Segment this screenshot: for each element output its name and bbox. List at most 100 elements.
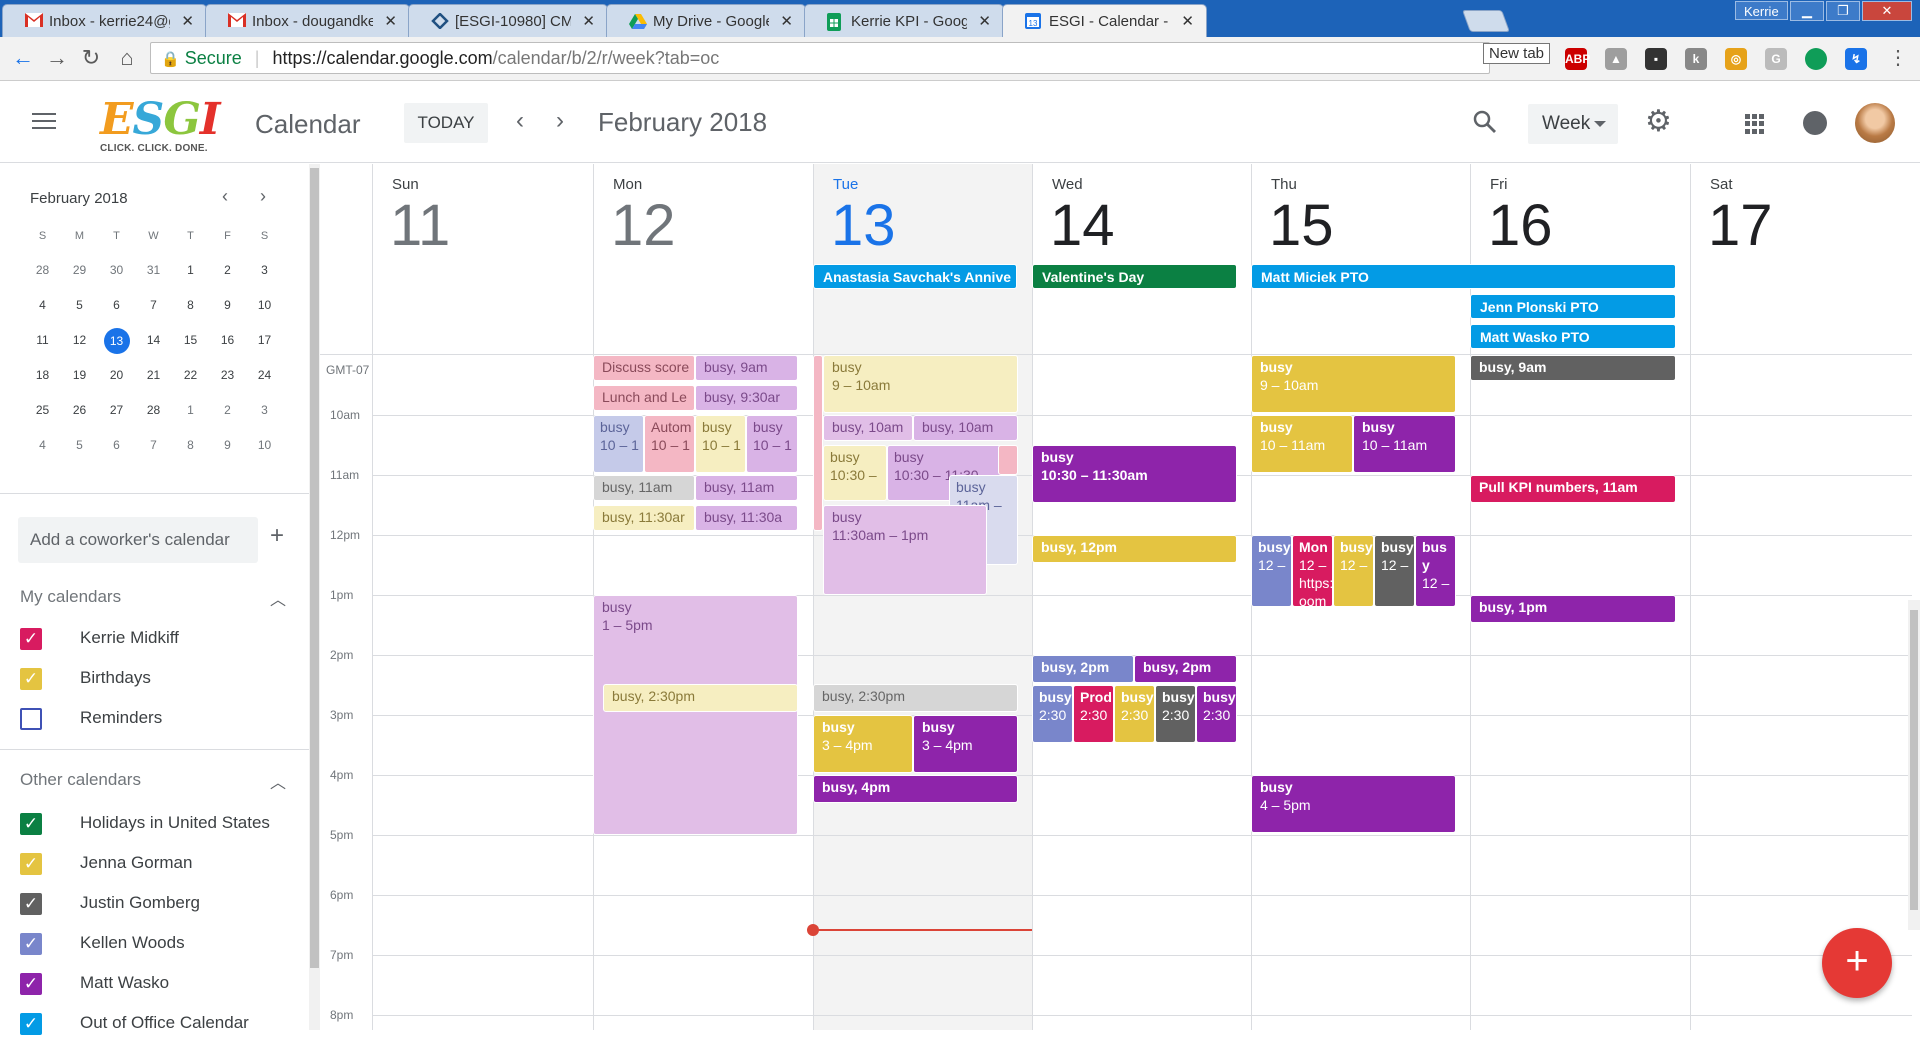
tab-close-icon[interactable]: ✕ [978,12,991,30]
calendar-event[interactable]: busy, 11am [695,475,798,501]
calendar-event[interactable]: busy 3 – 4pm [913,715,1018,773]
browser-tab[interactable]: Inbox - dougandkerrie@ ✕ [205,4,410,37]
calendar-event[interactable]: busy 10 – 11am [1353,415,1456,473]
browser-tab[interactable]: Kerrie KPI - Google Shee ✕ [804,4,1004,37]
calendar-item[interactable]: ✓ Out of Office Calendar [20,1009,300,1039]
day-number[interactable]: 15 [1269,192,1334,259]
browser-tab-active[interactable]: 13 ESGI - Calendar - Week o ✕ [1002,4,1207,37]
calendar-event[interactable]: busy 10 – 1 [746,415,798,473]
mini-day[interactable]: 4 [24,433,61,468]
calendar-event[interactable]: Mon 12 – https:// oom [1292,535,1333,607]
profile-chip[interactable]: Kerrie [1735,1,1788,20]
calendar-item[interactable]: ✓ Justin Gomberg [20,889,300,919]
tab-close-icon[interactable]: ✕ [780,12,793,30]
esgi-logo[interactable]: ESGI CLICK. CLICK. DONE. [100,97,230,157]
calendar-item[interactable]: ✓ Matt Wasko [20,969,300,999]
calendar-event[interactable]: Prod 2:30 [1073,685,1114,743]
calendar-event[interactable]: busy 1 – 5pm [593,595,798,835]
day-number[interactable]: 12 [611,192,676,259]
calendar-event[interactable]: busy, 1pm [1470,595,1676,623]
mini-day[interactable]: 7 [135,293,172,328]
calendar-event[interactable]: busy, 11:30ar [593,505,695,531]
checkbox-icon[interactable]: ✓ [20,628,42,650]
mini-day[interactable]: 2 [209,258,246,293]
mini-day[interactable]: 15 [172,328,209,363]
grid-scrollbar[interactable] [1908,600,1920,930]
calendar-item[interactable]: Reminders [20,704,300,734]
chevron-up-icon[interactable]: ︿ [270,586,286,610]
calendar-event[interactable]: busy 10 – 1 [593,415,644,473]
calendar-event[interactable]: busy 2:30 [1155,685,1196,743]
checkbox-icon[interactable]: ✓ [20,933,42,955]
calendar-event[interactable]: busy, 10am [823,415,913,441]
calendar-event[interactable]: busy 12 – [1374,535,1415,607]
calendar-item[interactable]: ✓ Birthdays [20,664,300,694]
mini-day[interactable]: 20 [98,363,135,398]
calendar-event[interactable]: busy, 11:30a [695,505,798,531]
checkbox-icon[interactable]: ✓ [20,893,42,915]
calendar-event[interactable] [813,355,823,531]
calendar-event[interactable]: busy, 4pm [813,775,1018,803]
apps-grid-icon[interactable] [1745,114,1765,134]
calendar-event[interactable]: busy, 2:30pm [813,684,1018,712]
today-button[interactable]: TODAY [404,103,488,143]
mini-day[interactable]: 1 [172,258,209,293]
sidebar-scrollbar[interactable] [309,164,320,1030]
close-window-icon[interactable]: ✕ [1862,1,1912,21]
notifications-icon[interactable] [1803,111,1827,135]
calendar-event[interactable]: busy, 11am [593,475,695,501]
day-number[interactable]: 17 [1708,192,1773,259]
browser-tab[interactable]: My Drive - Google Drive ✕ [606,4,806,37]
mini-day[interactable]: 7 [135,433,172,468]
mini-day[interactable]: 18 [24,363,61,398]
chrome-menu-icon[interactable]: ⋮ [1885,45,1911,71]
view-selector[interactable]: Week [1528,104,1618,144]
mini-day[interactable]: 9 [209,433,246,468]
mini-day[interactable]: 28 [135,398,172,433]
mini-next-icon[interactable]: › [260,186,266,207]
calendar-event[interactable] [998,445,1018,475]
calendar-event[interactable]: busy 10:30 – [823,445,887,501]
url-bar[interactable]: 🔒 Secure | https://calendar.google.com/c… [150,42,1490,74]
plus-icon[interactable]: + [270,522,284,550]
mini-day[interactable]: 26 [61,398,98,433]
tab-close-icon[interactable]: ✕ [181,12,194,30]
day-header[interactable]: Sun 11 [372,164,593,354]
avatar[interactable] [1855,103,1895,143]
all-day-event[interactable]: Matt Wasko PTO [1470,324,1676,349]
extension-icon[interactable] [1805,48,1827,70]
calendar-event[interactable]: busy 9 – 10am [1251,355,1456,413]
mini-day[interactable]: 12 [61,328,98,363]
calendar-item[interactable]: ✓ Jenna Gorman [20,849,300,879]
gear-icon[interactable]: ⚙ [1645,107,1672,137]
mini-day[interactable]: 16 [209,328,246,363]
next-week-icon[interactable]: › [556,107,564,135]
mini-day[interactable]: 5 [61,293,98,328]
calendar-event[interactable]: busy 10 – 11am [1251,415,1353,473]
extension-icon[interactable]: G [1765,48,1787,70]
checkbox-icon[interactable]: ✓ [20,813,42,835]
reload-icon[interactable]: ↻ [78,45,104,71]
previous-week-icon[interactable]: ‹ [516,107,524,135]
calendar-event[interactable]: busy, 2pm [1134,655,1237,683]
mini-day[interactable]: 19 [61,363,98,398]
all-day-event[interactable]: Matt Miciek PTO [1251,264,1676,289]
extension-icon[interactable]: ▪ [1645,48,1667,70]
browser-tab[interactable]: [ESGI-10980] CMT Payme ✕ [408,4,608,37]
scrollbar-thumb[interactable] [310,168,319,968]
extension-icon[interactable]: ↯ [1845,48,1867,70]
checkbox-icon[interactable]: ✓ [20,853,42,875]
add-coworker-input[interactable]: Add a coworker's calendar [18,517,258,563]
tab-close-icon[interactable]: ✕ [582,12,595,30]
forward-icon[interactable]: → [44,45,70,71]
calendar-item[interactable]: ✓ Kerrie Midkiff [20,624,300,654]
main-menu-icon[interactable] [32,113,56,131]
adblock-icon[interactable]: ABP [1565,48,1590,70]
mini-day-today[interactable]: 13 [98,328,135,363]
all-day-event[interactable]: Valentine's Day [1032,264,1237,289]
mini-day[interactable]: 6 [98,433,135,468]
minimize-icon[interactable]: ▁ [1790,1,1824,21]
restore-icon[interactable]: ❐ [1826,1,1860,21]
mini-day[interactable]: 22 [172,363,209,398]
back-icon[interactable]: ← [10,45,36,71]
